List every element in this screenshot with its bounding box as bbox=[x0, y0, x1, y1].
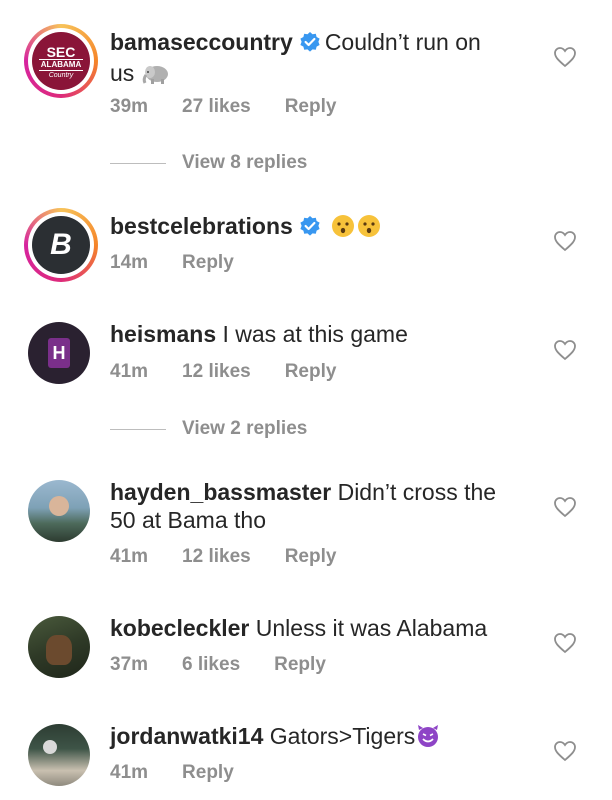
avatar-logo-text: ALABAMA bbox=[38, 59, 84, 71]
avatar-logo-text: B bbox=[50, 228, 72, 261]
like-heart-icon[interactable] bbox=[553, 230, 577, 252]
comment-username[interactable]: hayden_bassmaster bbox=[110, 479, 331, 505]
comment-body: hayden_bassmaster Didn’t cross the 50 at… bbox=[110, 478, 510, 534]
avatar[interactable] bbox=[24, 476, 98, 550]
comment-likes[interactable]: 6 likes bbox=[182, 654, 240, 676]
elephant-icon bbox=[141, 63, 171, 91]
reply-button[interactable]: Reply bbox=[285, 361, 337, 383]
avatar[interactable]: SEC ALABAMA Country bbox=[24, 24, 98, 98]
comment-body: bamaseccountry Couldn’t run on us bbox=[110, 28, 510, 91]
reply-button[interactable]: Reply bbox=[285, 546, 337, 568]
comment-username[interactable]: heismans bbox=[110, 321, 216, 347]
verified-badge-icon bbox=[299, 215, 321, 243]
avatar[interactable] bbox=[24, 612, 98, 686]
reply-button[interactable]: Reply bbox=[182, 762, 234, 784]
avatar[interactable]: H bbox=[24, 318, 98, 392]
comment-meta: 37m 6 likes Reply bbox=[110, 654, 360, 676]
avatar-logo-text: H bbox=[52, 342, 66, 363]
reply-button[interactable]: Reply bbox=[285, 96, 337, 118]
comment-likes[interactable]: 27 likes bbox=[182, 96, 251, 118]
comment-body: bestcelebrations bbox=[110, 212, 510, 244]
reply-button[interactable]: Reply bbox=[182, 252, 234, 274]
comment-time: 39m bbox=[110, 96, 149, 117]
comment-username[interactable]: kobecleckler bbox=[110, 615, 249, 641]
comment-meta: 41m Reply bbox=[110, 762, 268, 784]
comment-username[interactable]: bestcelebrations bbox=[110, 213, 293, 239]
avatar-photo bbox=[49, 496, 69, 516]
smiling-devil-icon bbox=[415, 724, 441, 754]
view-replies-label: View 8 replies bbox=[182, 152, 308, 173]
divider bbox=[110, 162, 166, 164]
comment-meta: 41m 12 likes Reply bbox=[110, 546, 370, 568]
avatar[interactable] bbox=[24, 720, 98, 794]
avatar[interactable]: B bbox=[24, 208, 98, 282]
comment-likes[interactable]: 12 likes bbox=[182, 546, 251, 568]
verified-badge-icon bbox=[299, 31, 321, 59]
comment-body: kobecleckler Unless it was Alabama bbox=[110, 614, 510, 642]
view-replies-button[interactable]: View 2 replies bbox=[110, 418, 307, 440]
comment-likes[interactable]: 12 likes bbox=[182, 361, 251, 383]
like-heart-icon[interactable] bbox=[553, 46, 577, 68]
comment-time: 41m bbox=[110, 762, 149, 783]
like-heart-icon[interactable] bbox=[553, 740, 577, 762]
like-heart-icon[interactable] bbox=[553, 496, 577, 518]
comment-username[interactable]: bamaseccountry bbox=[110, 29, 293, 55]
like-heart-icon[interactable] bbox=[553, 632, 577, 654]
comment-text: I was at this game bbox=[222, 321, 408, 347]
comment-meta: 41m 12 likes Reply bbox=[110, 361, 370, 383]
avatar-photo bbox=[43, 740, 57, 754]
comment-text: Unless it was Alabama bbox=[255, 615, 488, 641]
comment-time: 41m bbox=[110, 546, 149, 567]
divider bbox=[110, 428, 166, 430]
comment-body: heismans I was at this game bbox=[110, 320, 510, 348]
reply-button[interactable]: Reply bbox=[274, 654, 326, 676]
comment-body: jordanwatki14 Gators>Tigers bbox=[110, 722, 510, 754]
comment-time: 37m bbox=[110, 654, 149, 675]
comment-time: 14m bbox=[110, 252, 149, 273]
like-heart-icon[interactable] bbox=[553, 339, 577, 361]
comment-username[interactable]: jordanwatki14 bbox=[110, 723, 263, 749]
comment-meta: 14m Reply bbox=[110, 252, 268, 274]
view-replies-button[interactable]: View 8 replies bbox=[110, 152, 307, 174]
avatar-photo bbox=[46, 635, 72, 665]
comment-meta: 39m 27 likes Reply bbox=[110, 96, 370, 118]
hushed-face-icon bbox=[331, 214, 383, 244]
avatar-logo-text: Country bbox=[48, 72, 74, 79]
avatar-logo-text: SEC bbox=[46, 44, 76, 60]
view-replies-label: View 2 replies bbox=[182, 418, 308, 439]
comment-time: 41m bbox=[110, 361, 149, 382]
comment-text: Gators>Tigers bbox=[269, 723, 416, 749]
